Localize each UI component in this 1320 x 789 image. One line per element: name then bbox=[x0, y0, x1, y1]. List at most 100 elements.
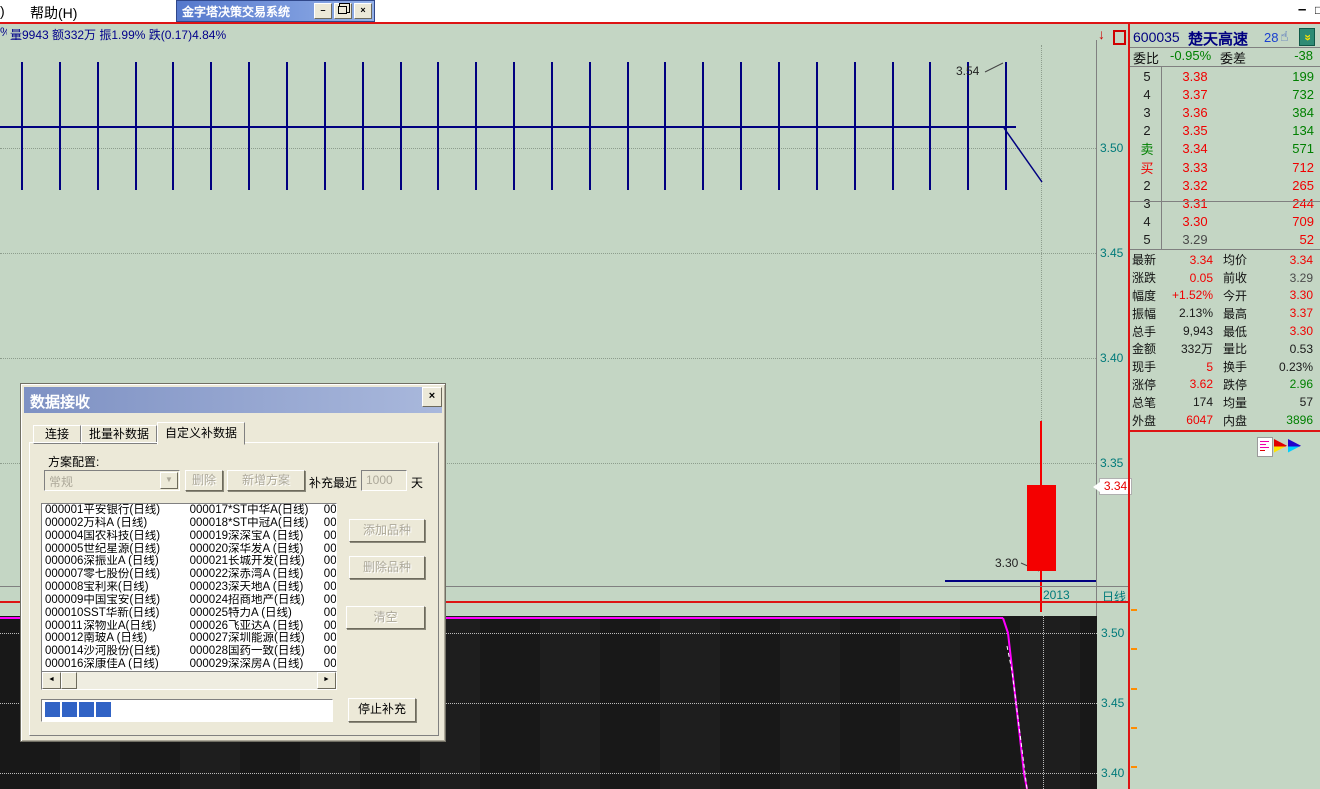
level-price: 3.32 bbox=[1164, 178, 1226, 193]
stock-code[interactable]: 600035 bbox=[1133, 29, 1180, 45]
combo-dropdown-button[interactable]: ▼ bbox=[160, 472, 178, 489]
list-item[interactable]: 000016深康佳A (日线)000029深深房A (日线)000 bbox=[42, 658, 336, 671]
stock-code: 000008 bbox=[42, 581, 83, 594]
stock-name: SST华新(日线) bbox=[83, 607, 189, 620]
detail-row: 涨停3.62跌停2.96 bbox=[1130, 376, 1320, 394]
scrollbar-thumb[interactable] bbox=[61, 672, 77, 689]
stock-code: 000014 bbox=[42, 645, 83, 658]
list-item[interactable]: 000014沙河股份(日线)000028国药一致(日线)000 bbox=[42, 645, 336, 658]
list-item[interactable]: 000002万科A (日线)000018*ST中冠A(日线)000 bbox=[42, 517, 336, 530]
blue-flag-icon[interactable] bbox=[1288, 439, 1301, 454]
yaxis-label: 3.45 bbox=[1100, 246, 1130, 260]
minimize-button[interactable]: – bbox=[314, 3, 332, 19]
floating-window-titlebar[interactable]: 金字塔决策交易系统 – × bbox=[176, 0, 375, 22]
quote-list-icon[interactable] bbox=[1257, 437, 1273, 457]
menu-item-partial[interactable]: ) bbox=[0, 3, 10, 19]
price-drop-line bbox=[1004, 128, 1042, 182]
order-book: 53.3819943.3773233.3638423.35134卖3.34571… bbox=[1130, 67, 1320, 249]
stock-code: 000010 bbox=[42, 607, 83, 620]
hand-pointer-icon[interactable]: ☝ bbox=[1280, 28, 1289, 45]
delete-scheme-button[interactable]: 删除 bbox=[185, 470, 223, 491]
stock-code: 000029 bbox=[190, 658, 228, 671]
stock-name: 深深宝A (日线) bbox=[228, 530, 324, 543]
detail-label: 内盘 bbox=[1223, 412, 1259, 429]
list-item[interactable]: 000006深振业A (日线)000021长城开发(日线)000 bbox=[42, 555, 336, 568]
stock-name: 零七股份(日线) bbox=[83, 568, 189, 581]
add-symbol-button[interactable]: 添加品种 bbox=[349, 519, 425, 542]
orange-tick bbox=[1131, 727, 1137, 729]
level-price: 3.34 bbox=[1164, 141, 1226, 156]
quote-details: 最新3.34均价3.34涨跌0.05前收3.29幅度+1.52%今开3.30振幅… bbox=[1130, 251, 1320, 429]
level-label: 卖 bbox=[1130, 139, 1164, 158]
detail-value: +1.52% bbox=[1165, 288, 1213, 302]
list-item[interactable]: 000012南玻A (日线)000027深圳能源(日线)000 bbox=[42, 632, 336, 645]
yaxis-label: 3.40 bbox=[1100, 351, 1130, 365]
stock-code: 000007 bbox=[42, 568, 83, 581]
remove-symbol-button[interactable]: 删除品种 bbox=[349, 556, 425, 579]
level-label: 5 bbox=[1130, 232, 1164, 247]
detail-row: 现手5换手0.23% bbox=[1130, 358, 1320, 376]
stock-name: 宝利来(日线) bbox=[83, 581, 189, 594]
mdi-restore-icon[interactable]: □ bbox=[1315, 3, 1320, 17]
stock-code: 000023 bbox=[190, 581, 228, 594]
detail-value: 174 bbox=[1165, 395, 1213, 409]
stock-code-partial: 000 bbox=[324, 504, 336, 517]
detail-value: 2.13% bbox=[1165, 306, 1213, 320]
stock-name: 深深房A (日线) bbox=[228, 658, 324, 671]
sub-yaxis-label: 3.45 bbox=[1101, 696, 1129, 710]
list-item[interactable]: 000010SST华新(日线)000025特力A (日线)000 bbox=[42, 607, 336, 620]
bid-rows: 买3.3371223.3226533.3124443.3070953.2952 bbox=[1130, 158, 1320, 249]
scroll-right-button[interactable]: ► bbox=[317, 672, 336, 689]
details-border-line bbox=[1130, 430, 1320, 432]
stock-code: 000005 bbox=[42, 543, 83, 556]
stock-name[interactable]: 楚天高速 bbox=[1188, 28, 1248, 49]
data-receive-dialog: 数据接收 × 连接 批量补数据 自定义补数据 方案配置: 常规 ▼ 删除 新增方… bbox=[20, 383, 446, 742]
red-flag-icon[interactable] bbox=[1274, 439, 1287, 454]
dialog-titlebar[interactable]: 数据接收 bbox=[24, 387, 442, 413]
new-scheme-button[interactable]: 新增方案 bbox=[227, 470, 305, 491]
detail-value: 3.34 bbox=[1259, 253, 1320, 267]
orange-tick bbox=[1131, 648, 1137, 650]
stock-listbox[interactable]: 000001平安银行(日线)000017*ST中华A(日线)000000002万… bbox=[41, 503, 337, 672]
list-item[interactable]: 000004国农科技(日线)000019深深宝A (日线)000 bbox=[42, 530, 336, 543]
yaxis-label: 3.35 bbox=[1100, 456, 1130, 470]
bid-ask-divider bbox=[1130, 201, 1320, 202]
clear-button[interactable]: 清空 bbox=[346, 606, 425, 629]
level-label: 5 bbox=[1130, 69, 1164, 84]
detail-row: 金额332万量比0.53 bbox=[1130, 340, 1320, 358]
stock-name: 深赤湾A (日线) bbox=[228, 568, 324, 581]
fill-recent-label: 补充最近 bbox=[309, 474, 357, 491]
red-down-arrow-icon[interactable]: ↓ bbox=[1098, 27, 1105, 41]
days-input[interactable]: 1000 bbox=[361, 470, 407, 491]
restore-button[interactable] bbox=[334, 3, 352, 19]
close-button[interactable]: × bbox=[354, 3, 372, 19]
list-item[interactable]: 000001平安银行(日线)000017*ST中华A(日线)000 bbox=[42, 504, 336, 517]
list-item[interactable]: 000008宝利来(日线)000023深天地A (日线)000 bbox=[42, 581, 336, 594]
menu-item-help[interactable]: 帮助(H) bbox=[30, 3, 77, 23]
ask-row: 卖3.34571 bbox=[1130, 140, 1320, 158]
stock-code: 000018 bbox=[190, 517, 228, 530]
mdi-minimize-icon[interactable]: – bbox=[1298, 1, 1306, 18]
list-item[interactable]: 000005世纪星源(日线)000020深华发A (日线)000 bbox=[42, 543, 336, 556]
scroll-left-button[interactable]: ◄ bbox=[42, 672, 61, 689]
list-item[interactable]: 000007零七股份(日线)000022深赤湾A (日线)000 bbox=[42, 568, 336, 581]
tab-custom-fill[interactable]: 自定义补数据 bbox=[157, 422, 245, 445]
scroll-up-button[interactable]: « bbox=[1299, 28, 1315, 46]
level-price: 3.35 bbox=[1164, 123, 1226, 138]
level-column-divider bbox=[1161, 67, 1162, 249]
red-rectangle-icon[interactable] bbox=[1113, 30, 1126, 45]
list-item[interactable]: 000009中国宝安(日线)000024招商地产(日线)000 bbox=[42, 594, 336, 607]
stock-name: 中国宝安(日线) bbox=[83, 594, 189, 607]
stock-code: 000019 bbox=[190, 530, 228, 543]
stop-fill-button[interactable]: 停止补充 bbox=[348, 698, 416, 722]
dialog-close-button[interactable]: × bbox=[422, 387, 442, 407]
orange-tick bbox=[1131, 766, 1137, 768]
scheme-combobox[interactable]: 常规 ▼ bbox=[44, 470, 180, 491]
app-window: ) 帮助(H) – □ 金字塔决策交易系统 – × %量9943 额332万 振… bbox=[0, 0, 1320, 789]
weicha-value: -38 bbox=[1294, 48, 1313, 63]
detail-label: 跌停 bbox=[1223, 376, 1259, 393]
tab-page: 方案配置: 常规 ▼ 删除 新增方案 补充最近 1000 天 000001平安银… bbox=[29, 442, 439, 736]
bid-row: 23.32265 bbox=[1130, 176, 1320, 194]
horizontal-scrollbar[interactable]: ◄ ► bbox=[41, 671, 337, 690]
list-item[interactable]: 000011深物业A(日线)000026飞亚达A (日线)000 bbox=[42, 620, 336, 633]
